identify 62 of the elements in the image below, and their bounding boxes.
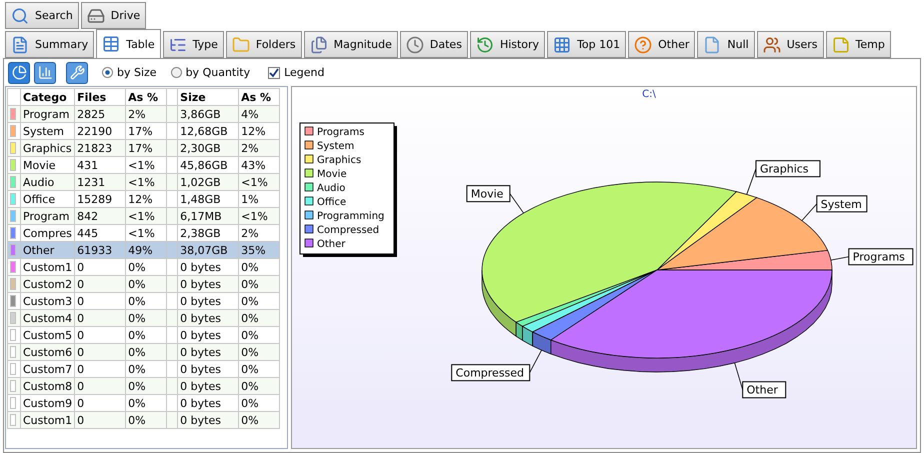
- table-cell: 0 bytes: [178, 412, 239, 428]
- search-icon: [11, 6, 29, 24]
- drive-icon: [86, 6, 105, 24]
- wrench-icon: [70, 65, 84, 80]
- slice-label: Movie: [466, 185, 510, 202]
- column-header[interactable]: As %: [238, 88, 280, 106]
- column-header[interactable]: As %: [126, 88, 167, 106]
- pie-chart-icon: [12, 65, 26, 80]
- radio-option[interactable]: by Size: [102, 66, 157, 79]
- tab[interactable]: Top 101: [547, 31, 626, 58]
- bar-chart-icon: [38, 65, 52, 80]
- slice-label: Programs: [848, 248, 914, 266]
- column-header[interactable]: Catego: [20, 88, 75, 106]
- leader-line: [734, 362, 744, 390]
- tab[interactable]: Other: [628, 31, 696, 58]
- tab-icon: [232, 36, 250, 54]
- tab[interactable]: Folders: [226, 31, 302, 58]
- tab-icon: [553, 36, 572, 54]
- top-tab[interactable]: Drive: [80, 2, 146, 29]
- pie-chart-button[interactable]: [8, 62, 30, 84]
- tab-icon: [832, 36, 850, 54]
- tab-icon: [310, 36, 328, 54]
- slice-label: Graphics: [755, 160, 820, 178]
- leader-line: [830, 256, 850, 260]
- bar-chart-button[interactable]: [34, 62, 56, 84]
- tab-icon: [476, 36, 494, 54]
- tab-icon: [762, 36, 781, 54]
- leader-line: [509, 193, 524, 214]
- top-tab[interactable]: Search: [5, 2, 79, 29]
- legend-checkbox[interactable]: Legend: [268, 66, 325, 79]
- tab-icon: [11, 36, 29, 54]
- selected-row[interactable]: Other 61933 49% 38,07GB 35%: [8, 242, 280, 258]
- checkmark-icon: [269, 68, 280, 78]
- leader-line: [802, 203, 818, 222]
- tab[interactable]: Null: [697, 31, 755, 58]
- leader-line: [529, 350, 542, 374]
- tab[interactable]: Magnitude: [304, 31, 398, 58]
- tab-icon: [634, 36, 652, 54]
- table-cell: 0%: [238, 412, 280, 428]
- tab[interactable]: Table: [96, 29, 161, 58]
- settings-button[interactable]: [66, 62, 88, 84]
- tab[interactable]: Dates: [400, 31, 468, 58]
- tab-icon: [703, 36, 722, 54]
- column-header[interactable]: Size: [178, 88, 239, 106]
- tab[interactable]: Users: [756, 31, 824, 58]
- tab[interactable]: Temp: [826, 31, 891, 58]
- table-cell: 0: [74, 412, 126, 428]
- chart-title: C:\: [642, 89, 656, 100]
- slice-label: System: [816, 195, 868, 212]
- radio-option[interactable]: by Quantity: [170, 66, 250, 79]
- tab-icon: [102, 35, 120, 53]
- slice-label: Compressed: [451, 364, 530, 382]
- tab-icon: [406, 36, 424, 54]
- legend: Programs System Graphics Movie Audio Office Programming Compressed Other: [300, 122, 397, 257]
- leader-line: [746, 168, 756, 195]
- slice-label: Other: [742, 381, 786, 398]
- tab[interactable]: History: [470, 31, 546, 58]
- tab[interactable]: Summary: [5, 31, 94, 58]
- tab[interactable]: Type: [162, 31, 224, 58]
- column-header[interactable]: Files: [74, 88, 126, 106]
- table-cell: 0%: [126, 412, 167, 428]
- table-cell: Custom1: [20, 412, 75, 428]
